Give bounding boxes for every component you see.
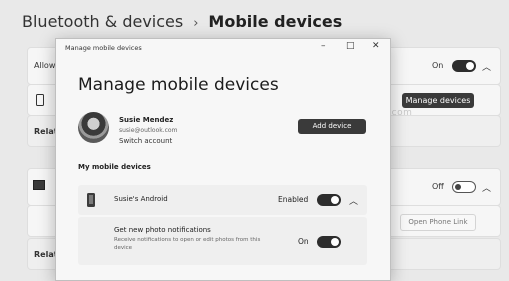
chevron-up-icon[interactable]: ︿ <box>482 60 491 73</box>
switch-account-link[interactable]: Switch account <box>119 137 172 145</box>
monitor-icon <box>33 180 45 190</box>
account-email: susie@outlook.com <box>119 127 178 134</box>
phone-link-toggle[interactable] <box>452 181 476 193</box>
page-title: Mobile devices <box>208 12 343 31</box>
device-row[interactable]: Susie's Android Enabled ︿ <box>78 185 367 215</box>
photo-notifications-description: Receive notifications to open or edit ph… <box>114 237 261 251</box>
device-enabled-toggle[interactable] <box>317 194 341 206</box>
photo-notifications-row: Get new photo notifications Receive noti… <box>78 217 367 265</box>
phone-link-toggle-state: Off <box>432 182 444 191</box>
avatar <box>78 112 109 143</box>
photo-notifications-status: On <box>298 237 309 246</box>
photo-notifications-title: Get new photo notifications <box>114 226 211 234</box>
manage-devices-button[interactable]: Manage devices <box>402 93 474 108</box>
dialog-caption: Manage mobile devices <box>65 44 142 52</box>
manage-mobile-devices-dialog: Manage mobile devices – □ ✕ Manage mobil… <box>55 38 391 281</box>
allow-label: Allow <box>34 61 56 70</box>
device-name: Susie's Android <box>114 195 168 203</box>
breadcrumb-parent[interactable]: Bluetooth & devices <box>22 12 183 31</box>
breadcrumb-separator: › <box>193 16 199 31</box>
device-status: Enabled <box>278 195 309 204</box>
phone-icon <box>87 193 95 207</box>
breadcrumb: Bluetooth & devices › Mobile devices <box>22 12 342 31</box>
account-name: Susie Mendez <box>119 116 174 124</box>
close-icon[interactable]: ✕ <box>372 41 380 51</box>
open-phone-link-button[interactable]: Open Phone Link <box>400 214 476 231</box>
phone-outline-icon <box>36 94 44 106</box>
add-device-button[interactable]: Add device <box>298 119 366 134</box>
allow-toggle[interactable] <box>452 60 476 72</box>
chevron-up-icon[interactable]: ︿ <box>482 181 491 194</box>
minimize-icon[interactable]: – <box>321 41 326 51</box>
my-devices-heading: My mobile devices <box>78 163 151 171</box>
chevron-up-icon[interactable]: ︿ <box>349 194 358 207</box>
dialog-heading: Manage mobile devices <box>78 75 279 95</box>
maximize-icon[interactable]: □ <box>346 41 355 51</box>
photo-notifications-toggle[interactable] <box>317 236 341 248</box>
allow-toggle-state: On <box>432 61 444 70</box>
